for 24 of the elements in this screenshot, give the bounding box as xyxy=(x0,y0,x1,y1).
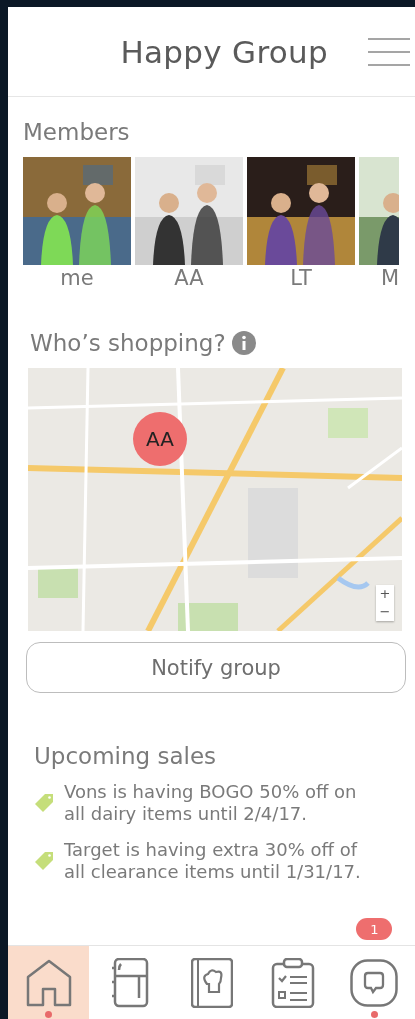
chat-icon xyxy=(350,958,399,1007)
section-heading: Who’s shopping? xyxy=(30,330,226,356)
app-title: Happy Group xyxy=(120,33,328,70)
zoom-in-button[interactable]: + xyxy=(376,585,394,603)
section-heading: Upcoming sales xyxy=(34,743,218,769)
tag-icon xyxy=(34,851,54,871)
recipe-book-icon xyxy=(190,957,233,1008)
menu-icon[interactable] xyxy=(368,37,410,66)
notify-button[interactable]: Notify group xyxy=(26,642,406,693)
sale-text: Target is having extra 30% off of all clearance items until 1/31/17. xyxy=(64,839,362,883)
zoom-out-button[interactable]: − xyxy=(376,603,394,621)
section-heading: Members xyxy=(23,119,131,145)
notification-badge: 1 xyxy=(356,918,393,940)
fridge-icon xyxy=(111,957,150,1008)
member-name: AA xyxy=(174,266,204,290)
home-icon xyxy=(25,958,72,1007)
member-name: M xyxy=(380,266,399,290)
member-name: LT xyxy=(290,266,312,290)
member-name: me xyxy=(60,266,94,290)
sale-text: Vons is having BOGO 50% off on all dairy items until 2/4/17. xyxy=(64,781,358,825)
tag-icon xyxy=(34,793,54,813)
nav-tab[interactable] xyxy=(8,946,90,1019)
info-icon[interactable] xyxy=(231,331,256,355)
checklist-icon xyxy=(270,957,315,1008)
